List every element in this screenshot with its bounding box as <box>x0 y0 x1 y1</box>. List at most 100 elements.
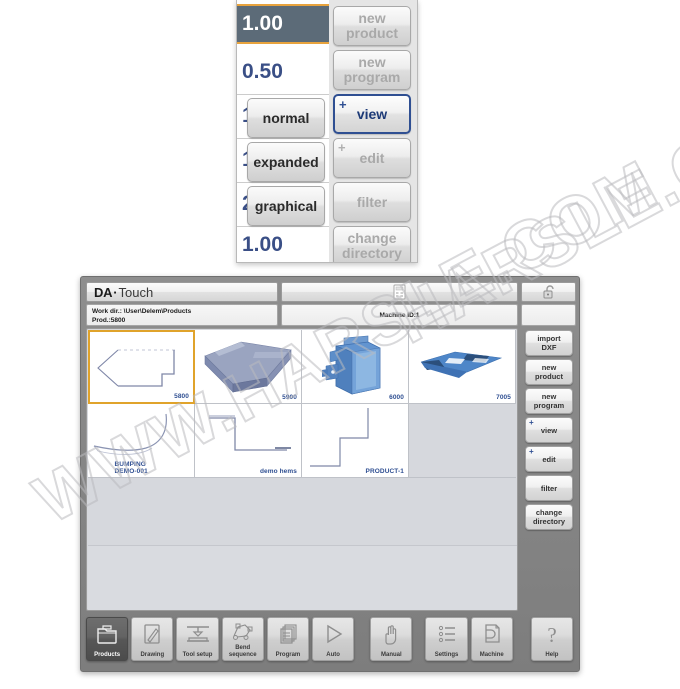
profile-2d-hem-thumbnail <box>209 415 291 451</box>
profile-2d-step-thumbnail <box>310 408 369 467</box>
change-directory-label-1: change <box>535 508 563 517</box>
pencil-page-icon <box>144 624 160 644</box>
product-tile-label: 7005 <box>496 394 511 401</box>
popup-value-row-5[interactable]: 1.00 <box>237 228 329 262</box>
filter-button[interactable]: filter <box>525 475 573 501</box>
toolbar-label-settings: Settings <box>434 651 459 658</box>
popup-view-button[interactable]: + view <box>333 94 411 134</box>
da-touch-application-window: DA · Touch Work dir.: \User\Delem\Produc… <box>80 276 580 672</box>
new-program-button[interactable]: new program <box>525 388 573 414</box>
popup-filter-label: filter <box>356 193 388 210</box>
toolbar-button-tool-setup[interactable]: Tool setup <box>176 617 219 661</box>
machine-id-label: Machine ID:1 <box>379 311 420 319</box>
popup-value-text-5: 1.00 <box>242 233 283 256</box>
product-tile-label: 6000 <box>389 394 404 401</box>
toolbar-button-manual[interactable]: Manual <box>370 617 413 661</box>
popup-change-directory-button[interactable]: change directory <box>333 226 411 262</box>
popup-value-text-0: 1.00 <box>242 12 283 35</box>
machine-status-cell[interactable] <box>281 282 518 302</box>
toolbar-label-bend-sequence-2: sequence <box>228 651 257 658</box>
side-button-panel: import DXF new product new program + vie… <box>522 328 576 611</box>
profile-2d-arrow-thumbnail <box>97 349 178 387</box>
change-directory-button[interactable]: change directory <box>525 504 573 530</box>
toolbar-label-drawing: Drawing <box>140 651 165 658</box>
new-product-label-1: new <box>541 363 557 372</box>
popup-value-text-1: 0.50 <box>242 60 283 83</box>
popup-edit-label: edit <box>359 149 385 166</box>
toolbar-button-settings[interactable]: Settings <box>425 617 468 661</box>
import-dxf-label-2: DXF <box>541 343 557 352</box>
flat-3d-plate-thumbnail <box>420 351 503 378</box>
product-tile-bumping-demo-001[interactable]: BUMPING DEMO-001 <box>88 404 195 478</box>
press-tool-icon <box>186 626 209 642</box>
popup-edit-button[interactable]: + edit <box>333 138 411 178</box>
product-tile-label: 5900 <box>282 394 297 401</box>
info-bar-spacer <box>521 304 576 326</box>
popup-new-product-label-2: product <box>345 25 399 41</box>
popup-mode-expanded-label: expanded <box>253 153 319 170</box>
stacked-pages-icon <box>280 624 297 644</box>
plus-icon: + <box>338 140 346 155</box>
box-3d-cabinet-thumbnail <box>322 335 381 395</box>
toolbar-button-drawing[interactable]: Drawing <box>131 617 174 661</box>
machine-id-cell: Machine ID:1 <box>281 304 518 326</box>
question-mark-icon: ? <box>547 623 556 647</box>
toolbar-label-tool-setup: Tool setup <box>182 651 213 658</box>
edit-button[interactable]: + edit <box>525 446 573 472</box>
toolbar-button-products[interactable]: Products <box>86 617 129 661</box>
popup-mode-expanded-button[interactable]: expanded <box>247 142 325 182</box>
popup-mode-graphical-label: graphical <box>254 197 318 214</box>
popup-mode-graphical-button[interactable]: graphical <box>247 186 325 226</box>
new-program-label-2: program <box>533 401 565 410</box>
unlocked-padlock-icon <box>543 285 554 299</box>
import-dxf-label-1: import <box>537 334 561 343</box>
toolbar-button-bend-sequence[interactable]: Bend sequence <box>221 617 264 661</box>
app-logo: DA · Touch <box>86 282 278 302</box>
product-tile-6000[interactable]: 6000 <box>302 330 409 404</box>
popup-new-program-button[interactable]: new program <box>333 50 411 90</box>
view-button[interactable]: + view <box>525 417 573 443</box>
lock-status-cell[interactable] <box>521 282 576 302</box>
popup-filter-button[interactable]: filter <box>333 182 411 222</box>
popup-new-product-button[interactable]: new product <box>333 6 411 46</box>
new-product-label-2: product <box>535 372 563 381</box>
product-grid: 5800 5900 6000 7005 BUMPING DEMO-001 dem… <box>88 330 517 478</box>
folder-icon <box>97 625 117 644</box>
product-tile-product-1[interactable]: PRODUCT-1 <box>302 404 409 478</box>
popup-value-row-0[interactable]: 1.00 <box>237 4 329 44</box>
title-bar: DA · Touch <box>86 282 576 302</box>
popup-new-program-label-2: program <box>343 69 401 85</box>
bend-path-icon <box>232 623 253 640</box>
toolbar-button-machine[interactable]: Machine <box>470 617 513 661</box>
new-product-button[interactable]: new product <box>525 359 573 385</box>
plus-icon: + <box>339 97 347 112</box>
product-tile-5900[interactable]: 5900 <box>195 330 302 404</box>
popup-mode-normal-button[interactable]: normal <box>247 98 325 138</box>
logo-da-text: DA <box>94 284 113 300</box>
popup-value-row-1[interactable]: 0.50 <box>237 52 329 92</box>
product-tile-label: BUMPING DEMO-001 <box>114 461 148 475</box>
svg-text:?: ? <box>547 623 556 647</box>
logo-touch-text: Touch <box>118 284 154 300</box>
toolbar-button-program[interactable]: Program <box>266 617 310 661</box>
product-tile-demo-hems[interactable]: demo hems <box>195 404 302 478</box>
toolbar-button-auto[interactable]: Auto <box>312 617 355 661</box>
import-dxf-button[interactable]: import DXF <box>525 330 573 356</box>
control-panel-icon <box>393 284 406 300</box>
edit-label: edit <box>542 454 556 464</box>
product-list-area: 5800 5900 6000 7005 BUMPING DEMO-001 dem… <box>86 328 518 611</box>
toolbar-label-auto: Auto <box>326 651 340 658</box>
toolbar-label-manual: Manual <box>380 651 402 658</box>
popup-change-directory-label-1: change <box>347 230 397 247</box>
box-3d-tray-thumbnail <box>204 341 292 393</box>
list-settings-icon <box>438 625 455 643</box>
work-dir-label: Work dir.: \User\Delem\Products <box>92 308 192 315</box>
product-tile-label: 5800 <box>174 393 189 400</box>
popup-mode-normal-label: normal <box>262 109 310 126</box>
bottom-toolbar: Products Drawing Tool setup Bend sequenc… <box>86 617 576 667</box>
product-tile-5800[interactable]: 5800 <box>88 330 195 404</box>
new-program-label-1: new <box>541 392 557 401</box>
product-tile-7005[interactable]: 7005 <box>409 330 516 404</box>
plus-icon: + <box>529 418 534 427</box>
toolbar-button-help[interactable]: ? Help <box>530 617 574 661</box>
